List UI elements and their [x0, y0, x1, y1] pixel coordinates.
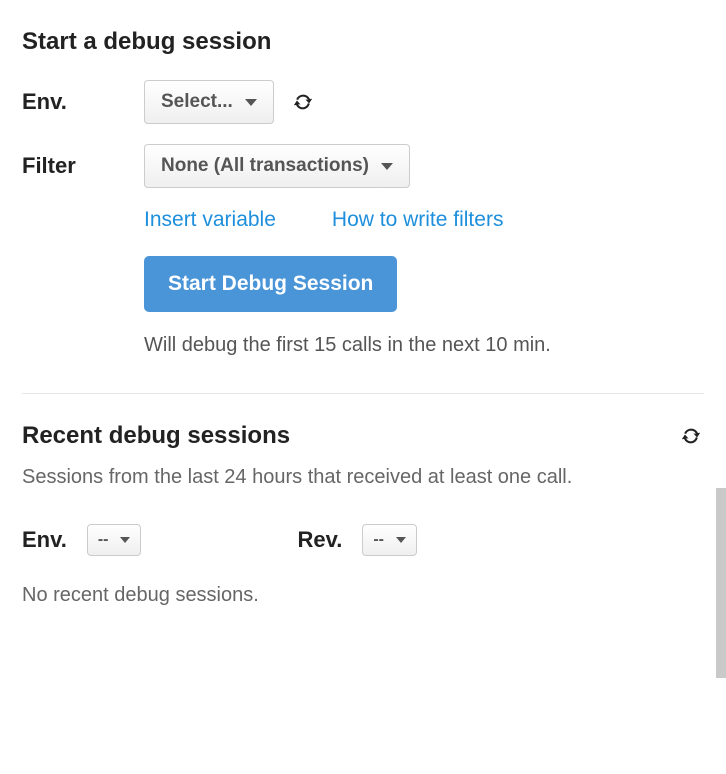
refresh-env-button[interactable]: [290, 89, 316, 115]
recent-env-dropdown[interactable]: --: [87, 524, 142, 556]
recent-sessions-header: Recent debug sessions: [22, 422, 704, 450]
section-divider: [22, 393, 704, 394]
insert-variable-link[interactable]: Insert variable: [144, 208, 276, 232]
refresh-recent-button[interactable]: [678, 423, 704, 449]
recent-sessions-heading: Recent debug sessions: [22, 422, 290, 450]
filter-row: Filter None (All transactions): [22, 144, 704, 188]
filter-label: Filter: [22, 153, 144, 179]
env-select-value: Select...: [161, 91, 233, 113]
caret-down-icon: [245, 99, 257, 106]
filter-select-value: None (All transactions): [161, 155, 369, 177]
recent-rev-dropdown[interactable]: --: [362, 524, 417, 556]
refresh-icon: [292, 91, 314, 113]
scrollbar-thumb[interactable]: [716, 488, 726, 678]
filter-links: Insert variable How to write filters: [144, 208, 704, 232]
refresh-icon: [680, 425, 702, 447]
recent-rev-value: --: [373, 531, 384, 549]
start-session-heading: Start a debug session: [22, 28, 704, 56]
env-label: Env.: [22, 89, 144, 115]
recent-env-value: --: [98, 531, 109, 549]
no-sessions-text: No recent debug sessions.: [22, 584, 704, 607]
recent-env-label: Env.: [22, 527, 67, 553]
recent-rev-label: Rev.: [297, 527, 342, 553]
start-debug-button[interactable]: Start Debug Session: [144, 256, 397, 312]
caret-down-icon: [381, 163, 393, 170]
recent-sessions-subtext: Sessions from the last 24 hours that rec…: [22, 460, 704, 494]
env-row: Env. Select...: [22, 80, 704, 124]
recent-filters: Env. -- Rev. --: [22, 524, 704, 556]
filter-select-dropdown[interactable]: None (All transactions): [144, 144, 410, 188]
caret-down-icon: [396, 537, 406, 543]
how-to-link[interactable]: How to write filters: [332, 208, 504, 232]
debug-hint: Will debug the first 15 calls in the nex…: [144, 334, 704, 357]
caret-down-icon: [120, 537, 130, 543]
env-select-dropdown[interactable]: Select...: [144, 80, 274, 124]
